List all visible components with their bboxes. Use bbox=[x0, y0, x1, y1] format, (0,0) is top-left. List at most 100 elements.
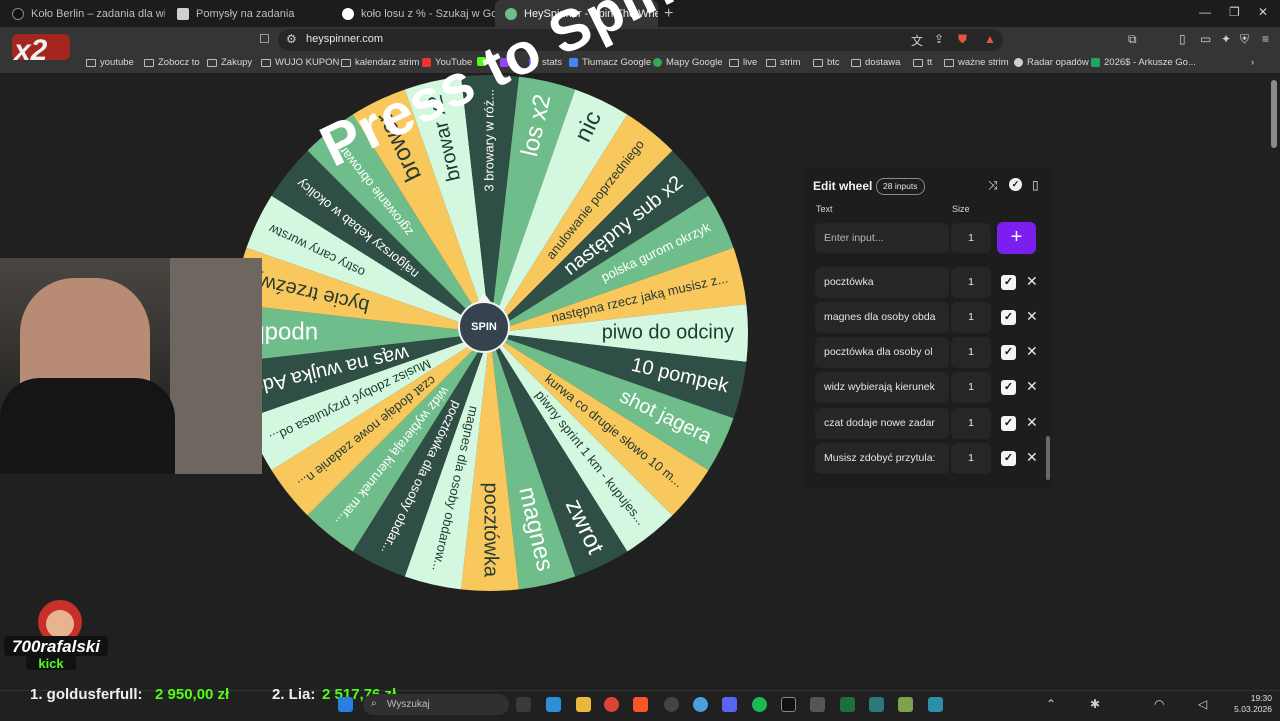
bookmark-kalendarz[interactable]: kalendarz strim bbox=[341, 57, 419, 68]
app-icon[interactable] bbox=[693, 697, 708, 712]
obs-icon[interactable] bbox=[664, 697, 679, 712]
new-entry-size[interactable]: 1 bbox=[951, 223, 991, 253]
entry-size-field[interactable]: 1 bbox=[951, 267, 991, 298]
notes-icon[interactable] bbox=[898, 697, 913, 712]
chrome-icon[interactable] bbox=[604, 697, 619, 712]
rewards-icon[interactable]: ▲ bbox=[984, 32, 996, 46]
more-bookmarks-icon[interactable]: › bbox=[1251, 57, 1254, 68]
vpn-icon[interactable]: ⛨ bbox=[1240, 32, 1249, 47]
folder-icon bbox=[913, 58, 923, 67]
minimize-icon[interactable]: — bbox=[1199, 5, 1211, 19]
translate-icon[interactable]: 文 bbox=[911, 32, 923, 49]
calculator-icon[interactable] bbox=[810, 697, 825, 712]
shield-icon[interactable]: ⛊ bbox=[958, 32, 967, 47]
delete-entry-icon[interactable]: ✕ bbox=[1026, 414, 1038, 431]
entry-text-field[interactable]: pocztówka bbox=[815, 267, 949, 298]
delete-entry-icon[interactable]: ✕ bbox=[1026, 343, 1038, 360]
shuffle-icon[interactable]: ⤨ bbox=[988, 178, 998, 193]
bookmark-strim[interactable]: strim bbox=[766, 57, 801, 68]
entries-scrollbar[interactable] bbox=[1046, 436, 1050, 480]
site-settings-icon[interactable]: ⚙ bbox=[286, 32, 297, 46]
entry-checkbox-icon[interactable]: ✓ bbox=[1001, 416, 1016, 431]
add-entry-button[interactable]: + bbox=[997, 222, 1036, 254]
bookmark-mapy[interactable]: Mapy Google bbox=[653, 57, 723, 68]
bookmark-zobocz[interactable]: Zobocz to bbox=[144, 57, 200, 68]
discord-icon[interactable] bbox=[722, 697, 737, 712]
entry-row: pocztówka dla osoby ol 1 ✓ ✕ bbox=[815, 337, 1045, 368]
share-icon[interactable]: ⇪ bbox=[934, 32, 944, 46]
tab-3[interactable]: koło losu z % - Szukaj w Google bbox=[332, 0, 495, 27]
brave-icon[interactable] bbox=[633, 697, 648, 712]
widgets-icon[interactable] bbox=[546, 697, 561, 712]
entry-size-field[interactable]: 1 bbox=[951, 443, 991, 474]
windows-start-icon[interactable] bbox=[338, 697, 353, 712]
tray-chevron-icon[interactable]: ⌃ bbox=[1046, 697, 1056, 711]
entry-checkbox-icon[interactable]: ✓ bbox=[1001, 380, 1016, 395]
entry-size-field[interactable]: 1 bbox=[951, 337, 991, 368]
folder-icon bbox=[766, 58, 776, 67]
extensions-icon[interactable]: ⧉ bbox=[1128, 32, 1137, 47]
entry-checkbox-icon[interactable]: ✓ bbox=[1001, 451, 1016, 466]
wallet-icon[interactable]: ▭ bbox=[1200, 32, 1211, 46]
clear-icon[interactable]: ▯ bbox=[1032, 178, 1039, 192]
streamdeck-icon[interactable] bbox=[781, 697, 796, 712]
maximize-icon[interactable]: ❐ bbox=[1229, 5, 1240, 19]
app3-icon[interactable] bbox=[928, 697, 943, 712]
url-text[interactable]: heyspinner.com bbox=[306, 33, 383, 45]
entry-size-field[interactable]: 1 bbox=[951, 408, 991, 439]
entry-size-field[interactable]: 1 bbox=[951, 302, 991, 333]
bookmark-wazne[interactable]: ważne strim bbox=[944, 57, 1009, 68]
bookmark-youtube[interactable]: youtube bbox=[86, 57, 134, 68]
new-entry-input[interactable] bbox=[815, 223, 949, 253]
maps-icon bbox=[653, 58, 662, 67]
bookmark-radar[interactable]: Radar opadów bbox=[1014, 57, 1089, 68]
network-icon[interactable]: ◠ bbox=[1154, 697, 1164, 711]
taskbar-clock[interactable]: 19:30 5.03.2026 bbox=[1232, 693, 1272, 715]
entry-checkbox-icon[interactable]: ✓ bbox=[1001, 345, 1016, 360]
entry-checkbox-icon[interactable]: ✓ bbox=[1001, 275, 1016, 290]
bookmark-wujo[interactable]: WUJO KUPON bbox=[261, 57, 339, 68]
menu-icon[interactable]: ≡ bbox=[1262, 32, 1269, 46]
app2-icon[interactable] bbox=[869, 697, 884, 712]
entry-text-field[interactable]: magnes dla osoby obda bbox=[815, 302, 949, 333]
close-window-icon[interactable]: ✕ bbox=[1258, 5, 1268, 19]
tab-title: Pomysły na zadania bbox=[196, 7, 295, 20]
bookmark-arkusze[interactable]: 2026$ - Arkusze Go... bbox=[1091, 57, 1196, 68]
volume-icon[interactable]: ◁ bbox=[1198, 697, 1207, 711]
entry-text-field[interactable]: pocztówka dla osoby ol bbox=[815, 337, 949, 368]
entry-text-field[interactable]: Musisz zdobyć przytula: bbox=[815, 443, 949, 474]
delete-entry-icon[interactable]: ✕ bbox=[1026, 273, 1038, 290]
entry-text-field[interactable]: widz wybierają kierunek bbox=[815, 372, 949, 403]
taskbar-search[interactable] bbox=[363, 694, 509, 715]
tab-1[interactable]: Koło Berlin – zadania dla widzów – G bbox=[2, 0, 165, 27]
entry-text-field[interactable]: czat dodaje nowe zadar bbox=[815, 408, 949, 439]
page-scrollbar[interactable] bbox=[1271, 80, 1277, 148]
wheel-segment-label: piwo do odciny bbox=[602, 321, 734, 343]
excel-icon[interactable] bbox=[840, 697, 855, 712]
tab-2[interactable]: Pomysły na zadania bbox=[167, 0, 330, 27]
delete-entry-icon[interactable]: ✕ bbox=[1026, 308, 1038, 325]
panel-title: Edit wheel bbox=[813, 179, 873, 193]
bluetooth-icon[interactable]: ✱ bbox=[1090, 697, 1100, 711]
folder-icon bbox=[207, 58, 217, 67]
bookmark-tt[interactable]: tt bbox=[913, 57, 932, 68]
entry-row: Musisz zdobyć przytula: 1 ✓ ✕ bbox=[815, 443, 1045, 474]
explorer-icon[interactable] bbox=[576, 697, 591, 712]
bookmark-dostawa[interactable]: dostawa bbox=[851, 57, 900, 68]
bookmark-zakupy[interactable]: Zakupy bbox=[207, 57, 252, 68]
bookmark-live[interactable]: live bbox=[729, 57, 757, 68]
clock-date: 5.03.2026 bbox=[1234, 704, 1272, 714]
entry-checkbox-icon[interactable]: ✓ bbox=[1001, 310, 1016, 325]
check-all-icon[interactable]: ✓ bbox=[1009, 178, 1022, 191]
bookmark-btc[interactable]: btc bbox=[813, 57, 840, 68]
spin-button[interactable]: SPIN bbox=[458, 301, 510, 353]
ai-icon[interactable]: ✦ bbox=[1221, 32, 1231, 46]
text-column-header: Text bbox=[816, 204, 833, 214]
delete-entry-icon[interactable]: ✕ bbox=[1026, 449, 1038, 466]
bookmark-icon[interactable]: ☐ bbox=[259, 32, 270, 46]
spotify-icon[interactable] bbox=[752, 697, 767, 712]
task-view-icon[interactable] bbox=[516, 697, 531, 712]
delete-entry-icon[interactable]: ✕ bbox=[1026, 378, 1038, 395]
entry-size-field[interactable]: 1 bbox=[951, 372, 991, 403]
sidebar-icon[interactable]: ▯ bbox=[1179, 32, 1186, 46]
